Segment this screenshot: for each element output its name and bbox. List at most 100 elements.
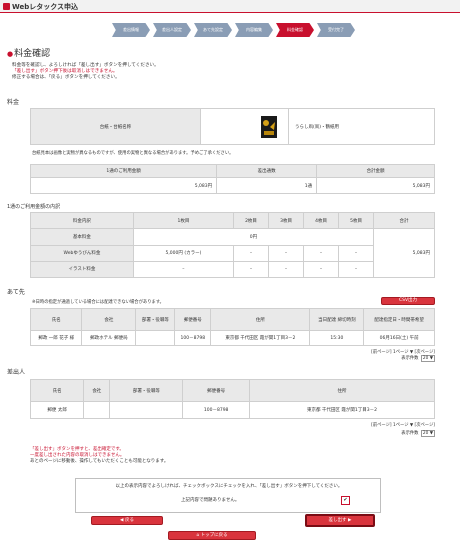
from-header: 氏名 — [29, 379, 85, 402]
total-header: 差出通数 — [216, 164, 318, 178]
from-section-heading: 差出人 — [7, 369, 26, 376]
detail-cell: 5,000円 (カラー) — [132, 244, 235, 262]
table-row: 郵便 太郎 100－8798 東京都 千代田区 霞が関1丁目3－2 — [29, 401, 436, 419]
to-table: 氏名 会社 部署・役職等 郵便番号 住所 当日配達 締切時刻 配達指定日・時間帯… — [29, 308, 435, 346]
detail-table: 料金内訳 1枚目 2枚目 3枚目 4枚目 5枚目 合計 基本料金 0円 5,08… — [30, 211, 435, 279]
total-header: 合計金額 — [316, 164, 435, 178]
to-header: 当日配達 締切時刻 — [309, 308, 365, 331]
check-icon: ✔ — [343, 497, 348, 503]
csv-export-button[interactable]: CSV出力 — [381, 297, 435, 305]
bullet-icon: ● — [7, 50, 14, 58]
detail-header: 3枚目 — [268, 211, 305, 230]
warning-text: 「差し出す」ボタンを押すと、差出確定です。 一度差し出された内容の取消しはできま… — [30, 447, 168, 465]
detail-cell: – — [232, 244, 270, 262]
to-header: 配達指定日・時間帯希望 — [363, 308, 435, 331]
unit-amount: 5,083円 — [29, 177, 218, 194]
back-label: 戻る — [124, 518, 134, 523]
detail-cell: – — [338, 260, 375, 279]
from-per-page-select[interactable]: 20 ▼ — [420, 430, 435, 437]
step-item: 差出情報 — [112, 23, 150, 37]
logo-icon — [3, 3, 10, 10]
detail-section-heading: 1通のご利用金額の内訳 — [7, 204, 61, 210]
detail-header: 1枚目 — [132, 211, 235, 230]
confirm-message: 以上の表示内容でよろしければ、チェックボックスにチェックを入れ、「差し出す」ボタ… — [115, 484, 343, 489]
to-header: 氏名 — [29, 308, 83, 331]
detail-header: 合計 — [373, 211, 435, 230]
from-per-page-value: 20 — [422, 431, 429, 436]
home-icon: ⌂ — [196, 533, 200, 538]
from-postcode: 100－8798 — [182, 401, 250, 419]
detail-cell: – — [303, 244, 340, 262]
to-per-page: 表示件数 20 ▼ — [401, 355, 435, 362]
step-item: 内容編集 — [235, 23, 273, 37]
card-label: 台紙・台紙名称 — [30, 108, 201, 145]
to-header: 住所 — [210, 308, 311, 331]
detail-row-label: Webゆうびん料金 — [30, 244, 134, 262]
detail-row-label: 基本料金 — [30, 228, 134, 246]
from-table: 氏名 会社 部署・役職等 郵便番号 住所 郵便 太郎 100－8798 東京都 … — [29, 379, 436, 419]
basic-fee: 0円 — [132, 228, 375, 246]
warning-line: あとのページに移動後、操作してもいただくことも可能となります。 — [30, 459, 169, 464]
to-address: 東京都 千代田区 霞が関1丁目3－2 — [210, 330, 311, 346]
step-item: あて先設定 — [194, 23, 232, 37]
step-item: 差出人設定 — [153, 23, 191, 37]
intro-text: 料金等を確認し、よろしければ「差し出す」ボタンを押してください。 「差し出す」ボ… — [12, 63, 312, 81]
from-department — [109, 401, 184, 419]
from-address: 東京都 千代田区 霞が関1丁目3－2 — [248, 401, 436, 419]
to-header: 部署・役職等 — [135, 308, 176, 331]
confirm-label: 上記内容で問題ありません。 — [181, 498, 240, 503]
to-per-page-select[interactable]: 20 ▼ — [420, 355, 435, 362]
page-title-text: 料金確認 — [14, 49, 51, 59]
confirm-box: 以上の表示内容でよろしければ、チェックボックスにチェックを入れ、「差し出す」ボタ… — [75, 478, 381, 513]
from-header: 郵便番号 — [182, 379, 250, 402]
detail-header: 料金内訳 — [30, 211, 134, 230]
submit-label: 差し出す — [328, 518, 347, 523]
to-per-page-value: 20 — [422, 356, 429, 361]
detail-cell: – — [268, 260, 305, 279]
detail-cell: – — [132, 260, 235, 279]
card-note: 台紙見本は画像と実物が異なるものですが、使用の実物と異なる場合があります。予めご… — [32, 151, 234, 156]
to-section-heading: あて先 — [7, 289, 25, 296]
to-per-page-label: 表示件数 — [401, 356, 419, 361]
detail-cell: – — [232, 260, 270, 279]
from-pager[interactable]: [前ページ] 1ページ ▼ [次ページ] — [371, 422, 435, 428]
header-bar: Webレタックス申込 — [0, 0, 460, 13]
from-per-page-label: 表示件数 — [401, 431, 419, 436]
fee-section-heading: 料金 — [7, 99, 20, 106]
card-name: うらし凧(凧)・鶴紙用 — [288, 108, 435, 145]
card-thumbnail-cell — [200, 108, 289, 145]
step-progress: 差出情報 差出人設定 あて先設定 内容編集 料金確認 受付完了 — [112, 23, 358, 37]
confirm-checkbox[interactable]: ✔ — [341, 496, 350, 505]
to-cutoff: 15:30 — [309, 330, 365, 346]
top-label: トップに戻る — [200, 533, 228, 538]
to-note: ※日時の指定が通過している場合には配達できない場合があります。 — [32, 300, 164, 305]
send-count: 1通 — [216, 177, 318, 194]
intro-line: 修正する場合は、「戻る」ボタンを押してください。 — [12, 75, 120, 80]
total-table: 1通のご利用金額 差出通数 合計金額 5,083円 1通 5,083円 — [29, 164, 435, 194]
card-thumbnail-icon — [261, 115, 277, 138]
to-name: 郵政 一郎 花子 様 — [29, 330, 83, 346]
detail-header: 4枚目 — [303, 211, 340, 230]
submit-button[interactable]: 差し出す ▶ — [305, 514, 375, 527]
to-header: 会社 — [81, 308, 137, 331]
detail-cell: – — [303, 260, 340, 279]
from-name: 郵便 太郎 — [29, 401, 85, 419]
step-item-current: 料金確認 — [276, 23, 314, 37]
detail-cell: – — [338, 244, 375, 262]
from-header: 住所 — [248, 379, 436, 402]
back-button[interactable]: ◀ 戻る — [91, 516, 163, 525]
to-header: 郵便番号 — [174, 308, 212, 331]
to-delivery: 06月16日(土) 午前 — [363, 330, 435, 346]
to-department — [135, 330, 176, 346]
total-header: 1通のご利用金額 — [29, 164, 218, 178]
total-amount: 5,083円 — [316, 177, 435, 194]
page-title: ●料金確認 — [7, 46, 50, 59]
to-postcode: 100－8798 — [174, 330, 212, 346]
from-header: 会社 — [83, 379, 111, 402]
from-per-page: 表示件数 20 ▼ — [401, 430, 435, 437]
table-row: 郵政 一郎 花子 様 郵政ホテル 郵便局 100－8798 東京都 千代田区 霞… — [29, 330, 435, 346]
to-company: 郵政ホテル 郵便局 — [81, 330, 137, 346]
detail-header: 2枚目 — [232, 211, 270, 230]
top-button[interactable]: ⌂ トップに戻る — [168, 531, 256, 540]
fee-table: 台紙・台紙名称 うらし凧(凧)・鶴紙用 — [30, 108, 435, 145]
